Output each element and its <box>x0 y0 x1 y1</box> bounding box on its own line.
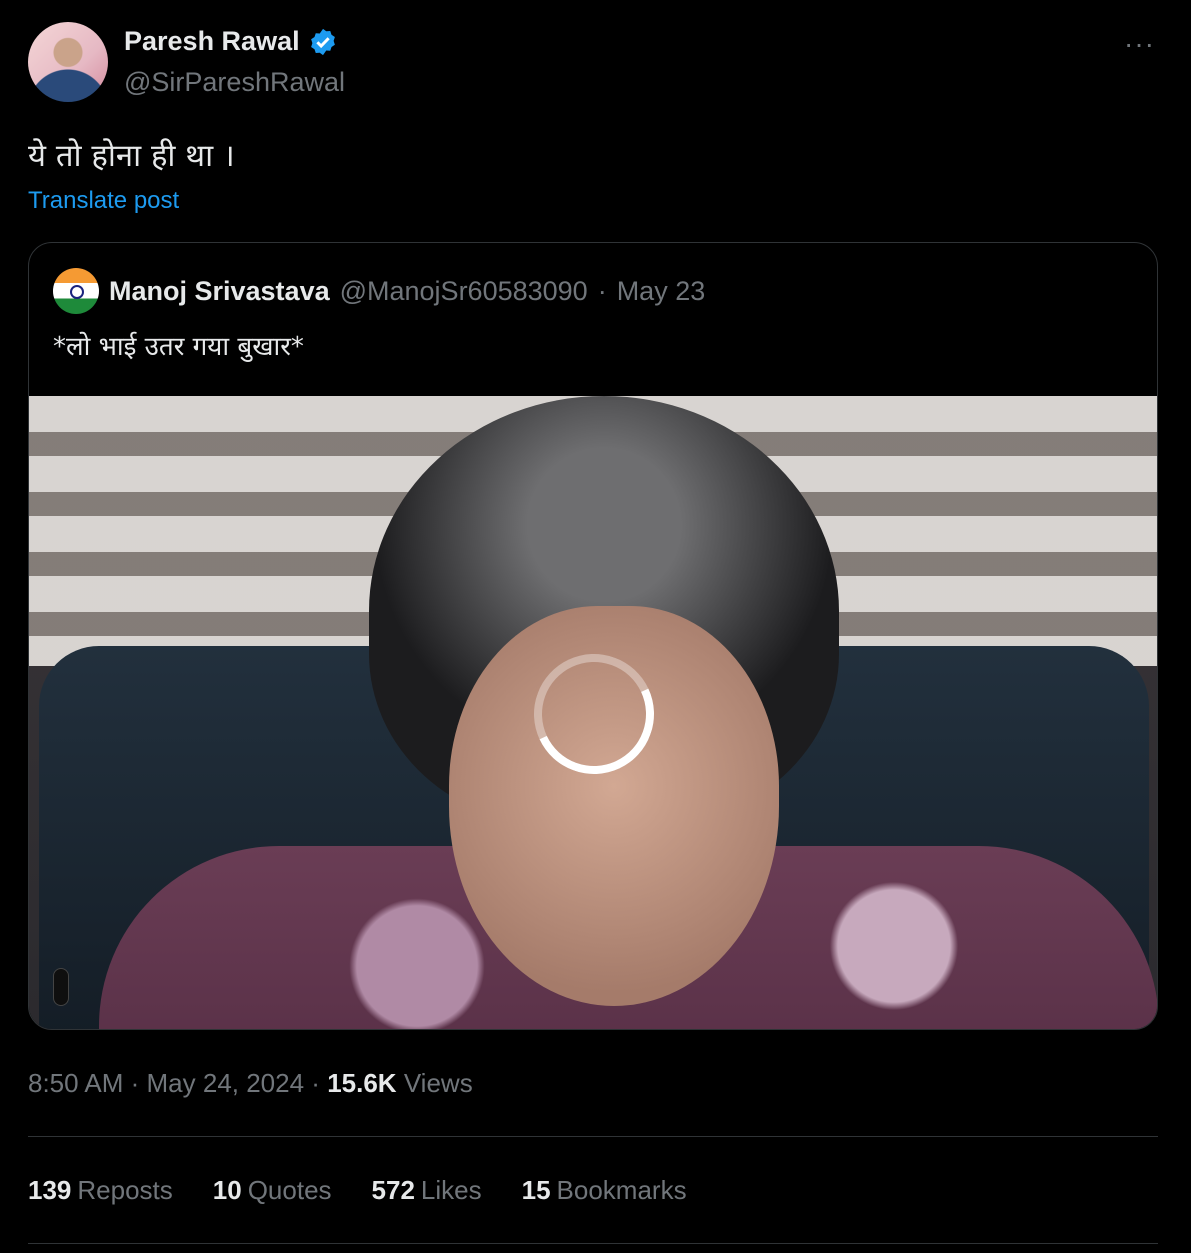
tweet-date[interactable]: May 24, 2024 <box>147 1068 305 1098</box>
meta-separator: · <box>123 1068 147 1098</box>
reposts-label: Reposts <box>77 1175 173 1205</box>
tweet-text: ये तो होना ही था । <box>28 138 235 174</box>
quoted-tweet-text: *लो भाई उतर गया बुखार* <box>53 332 304 362</box>
views-count: 15.6K <box>327 1068 397 1098</box>
bookmarks-stat[interactable]: 15 Bookmarks <box>522 1175 687 1206</box>
quotes-label: Quotes <box>247 1175 332 1205</box>
more-options-icon[interactable]: ··· <box>1124 28 1155 60</box>
quoted-tweet[interactable]: Manoj Srivastava @ManojSr60583090 · May … <box>28 242 1158 1030</box>
bookmarks-count: 15 <box>521 1175 551 1205</box>
author-avatar[interactable] <box>28 22 108 102</box>
quoted-author-name: Manoj Srivastava <box>109 275 330 306</box>
author-name-row[interactable]: Paresh Rawal <box>124 26 338 57</box>
translate-post-link[interactable]: Translate post <box>28 187 179 215</box>
likes-stat[interactable]: 572 Likes <box>372 1175 482 1206</box>
verified-badge-icon <box>310 28 335 55</box>
media-indicator-icon <box>53 968 69 1006</box>
bookmarks-label: Bookmarks <box>556 1175 687 1205</box>
reposts-stat[interactable]: 139 Reposts <box>28 1175 173 1206</box>
tweet-time[interactable]: 8:50 AM <box>28 1068 123 1098</box>
quoted-date: May 23 <box>616 275 706 306</box>
divider <box>28 1136 1158 1137</box>
quotes-count: 10 <box>212 1175 242 1205</box>
likes-count: 572 <box>371 1175 415 1205</box>
quoted-avatar[interactable] <box>53 268 99 314</box>
tweet-meta: 8:50 AM · May 24, 2024 · 15.6K Views <box>28 1068 473 1099</box>
video-player[interactable] <box>29 396 1157 1029</box>
author-name[interactable]: Paresh Rawal <box>124 26 300 57</box>
engagement-stats: 139 Reposts 10 Quotes 572 Likes 15 Bookmarks <box>28 1175 687 1206</box>
divider <box>28 1243 1158 1244</box>
reposts-count: 139 <box>28 1175 72 1205</box>
quoted-separator: · <box>597 275 607 306</box>
quotes-stat[interactable]: 10 Quotes <box>213 1175 332 1206</box>
meta-separator: · <box>304 1068 328 1098</box>
views-label: Views <box>403 1068 473 1098</box>
quoted-tweet-header: Manoj Srivastava @ManojSr60583090 · May … <box>53 268 705 314</box>
author-handle[interactable]: @SirPareshRawal <box>124 67 345 98</box>
quoted-author-handle: @ManojSr60583090 <box>339 275 588 306</box>
likes-label: Likes <box>420 1175 482 1205</box>
